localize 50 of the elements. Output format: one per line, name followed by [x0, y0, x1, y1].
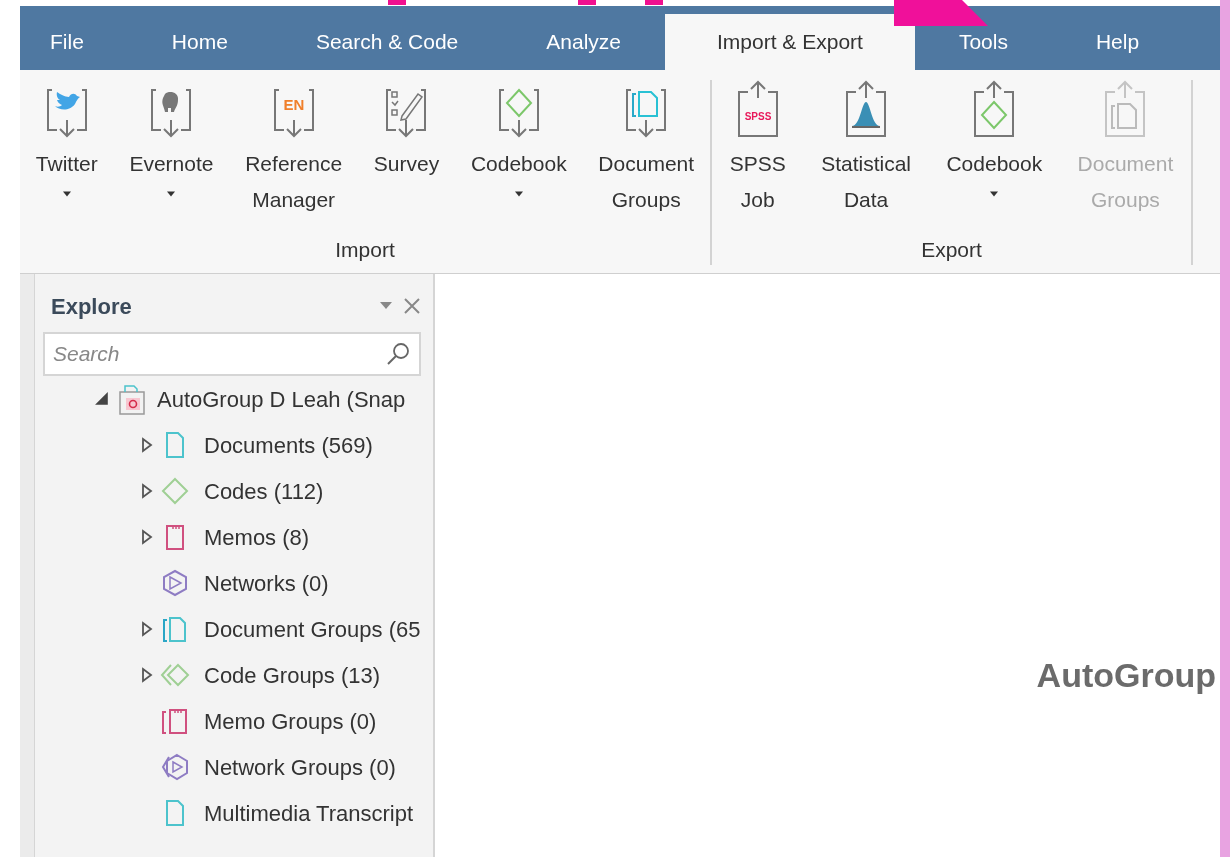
annotation-mark	[388, 0, 406, 5]
tree-item[interactable]: AutoGroup D Leah (Snap	[157, 382, 406, 416]
tree-item[interactable]: Memos (8)	[204, 520, 310, 554]
ribbon-button[interactable]: Document Groups	[598, 80, 695, 235]
expander-icon[interactable]	[140, 529, 154, 545]
icon-text: EN	[283, 96, 305, 113]
expander-icon[interactable]	[140, 621, 154, 637]
ribbon-tab[interactable]: Tools	[914, 14, 1052, 70]
network-icon	[160, 568, 190, 598]
ribbon-button[interactable]: Codebook	[946, 80, 1043, 235]
tree-item[interactable]: Multimedia Transcript	[204, 796, 414, 830]
tree-item[interactable]: Document Groups (65	[204, 612, 421, 646]
tree-item[interactable]: Networks (0)	[204, 566, 329, 600]
expander-icon[interactable]	[140, 437, 154, 453]
tree-item[interactable]: Code Groups (13)	[204, 658, 381, 692]
tree-item[interactable]: Network Groups (0)	[204, 750, 396, 784]
ribbon-button[interactable]: Twitter	[35, 80, 98, 235]
group-label: Import	[335, 237, 395, 263]
network-groups-icon	[160, 752, 190, 782]
search-icon	[385, 341, 411, 367]
expander-icon[interactable]	[140, 667, 154, 683]
tree-item[interactable]: Documents (569)	[204, 428, 373, 462]
ribbon-button[interactable]: Codebook	[470, 80, 567, 235]
panel-title: Explore	[51, 292, 132, 321]
memo-groups-icon	[160, 706, 190, 736]
close-icon[interactable]	[403, 297, 421, 315]
ribbon-tab[interactable]: Search & Code	[271, 14, 503, 70]
icon-text: SPSS	[744, 111, 772, 122]
diamond-icon	[160, 476, 190, 506]
ribbon-tab[interactable]: Import & Export	[665, 14, 915, 70]
project-icon	[117, 382, 147, 416]
ribbon-button[interactable]: EN Reference Manager	[245, 80, 343, 235]
group-label: Export	[921, 237, 982, 263]
ribbon-tab[interactable]: Home	[127, 14, 272, 70]
ribbon-button[interactable]: SPSS SPSS Job	[729, 80, 786, 235]
tree-item[interactable]: Memo Groups (0)	[204, 704, 377, 738]
ribbon-button[interactable]: Survey	[373, 80, 440, 235]
annotation-mark	[645, 0, 663, 5]
document-title: AutoGroup	[1036, 656, 1216, 694]
ribbon-button[interactable]: Statistical Data	[821, 80, 911, 235]
dropdown-icon[interactable]	[379, 301, 393, 311]
ribbon-tab[interactable]: Help	[1051, 14, 1184, 70]
expander-icon[interactable]	[95, 392, 109, 406]
tree-item[interactable]: Codes (112)	[204, 474, 324, 508]
expander-icon[interactable]	[140, 483, 154, 499]
ribbon-tab[interactable]: File	[20, 14, 128, 70]
ribbon-button[interactable]: Evernote	[129, 80, 214, 235]
search-field[interactable]: Search	[43, 332, 421, 376]
annotation-mark	[578, 0, 596, 5]
ribbon-tab[interactable]: Analyze	[502, 14, 665, 70]
